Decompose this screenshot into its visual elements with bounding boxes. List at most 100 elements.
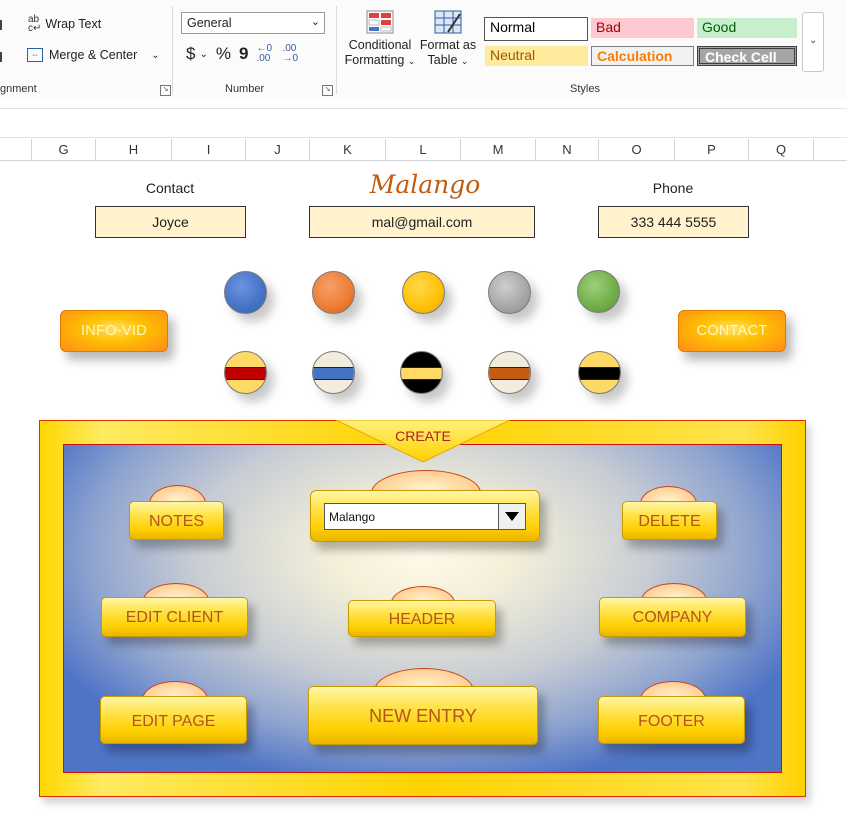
header-button[interactable]: HEADER xyxy=(348,586,496,637)
merge-center-icon: ⇔ xyxy=(27,48,43,62)
format-as-table-label-1: Format as xyxy=(419,38,477,52)
style-bad-label: Bad xyxy=(596,19,621,35)
gold-dot-icon[interactable] xyxy=(402,271,445,314)
conditional-formatting-label-2: Formatting ⌄ xyxy=(344,53,416,67)
dropdown-arrow-icon[interactable] xyxy=(498,504,525,529)
align-left-edge-icon[interactable] xyxy=(0,20,8,30)
wrap-text-label: Wrap Text xyxy=(45,17,102,31)
style-normal[interactable]: Normal xyxy=(484,17,588,41)
company-button-face: COMPANY xyxy=(599,597,746,637)
style-normal-label: Normal xyxy=(490,19,536,35)
edit-page-button[interactable]: EDIT PAGE xyxy=(100,681,247,744)
blue-band-theme-icon[interactable] xyxy=(312,351,355,394)
malango-logo: Malango xyxy=(369,170,481,199)
ribbon-separator xyxy=(172,6,173,94)
wrap-text-icon: ab c↵ xyxy=(28,14,42,34)
column-header-h[interactable]: H xyxy=(95,139,171,160)
ribbon: ab c↵ Wrap Text ⇔ Merge & Center ⌄ gnment… xyxy=(0,0,847,100)
alignment-group-label: gnment xyxy=(0,83,37,95)
new-entry-button-face: NEW ENTRY xyxy=(308,686,538,745)
blue-dot-icon[interactable] xyxy=(224,271,267,314)
alignment-dialog-launcher-icon[interactable]: ↘ xyxy=(160,85,171,96)
conditional-formatting-label-1: Conditional xyxy=(348,38,412,52)
theme-band xyxy=(401,367,442,380)
column-header-k[interactable]: K xyxy=(309,139,385,160)
contact-field[interactable]: Joyce xyxy=(95,206,246,238)
column-header-n[interactable]: N xyxy=(535,139,598,160)
column-header-q[interactable]: Q xyxy=(748,139,814,160)
column-header-i[interactable]: I xyxy=(171,139,245,160)
edit-page-button-face: EDIT PAGE xyxy=(100,696,247,744)
styles-gallery-more-button[interactable]: ⌄ xyxy=(802,12,824,72)
wrap-text-button[interactable]: ab c↵ Wrap Text xyxy=(28,14,102,34)
style-good-label: Good xyxy=(702,19,737,35)
delete-button-face: DELETE xyxy=(622,501,717,540)
theme-band xyxy=(489,367,530,380)
black-gold-theme-icon[interactable] xyxy=(400,351,443,394)
chevron-down-icon: ⌄ xyxy=(310,16,320,28)
edit-client-button[interactable]: EDIT CLIENT xyxy=(101,583,248,637)
client-dropdown-value: Malango xyxy=(329,510,376,524)
orange-band-theme-icon[interactable] xyxy=(488,351,531,394)
style-neutral[interactable]: Neutral xyxy=(485,46,588,66)
company-button[interactable]: COMPANY xyxy=(599,583,746,637)
align-left-edge-icon-2[interactable] xyxy=(0,52,8,62)
percent-button[interactable]: % xyxy=(216,44,231,64)
delete-button[interactable]: DELETE xyxy=(622,486,717,540)
style-calculation[interactable]: Calculation xyxy=(591,46,694,66)
style-bad[interactable]: Bad xyxy=(591,18,694,38)
column-header-p[interactable]: P xyxy=(674,139,748,160)
ribbon-separator xyxy=(336,6,337,94)
column-header-o[interactable]: O xyxy=(598,139,674,160)
chevron-down-icon[interactable]: ⌄ xyxy=(199,49,207,60)
create-label: CREATE xyxy=(395,428,451,444)
format-as-table-icon xyxy=(434,10,462,34)
column-header-m[interactable]: M xyxy=(460,139,535,160)
conditional-formatting-button[interactable]: Conditional Formatting ⌄ xyxy=(344,10,416,69)
number-dialog-launcher-icon[interactable]: ↘ xyxy=(322,85,333,96)
chevron-down-icon[interactable]: ⌄ xyxy=(151,50,159,61)
info-vid-button[interactable]: INFO-VID xyxy=(60,310,168,352)
column-headers: G H I J K L M N O P Q xyxy=(0,139,847,161)
notes-button-face: NOTES xyxy=(129,501,224,540)
number-buttons: $ ⌄ % 9 ←0 .00 .00 →0 xyxy=(186,44,300,64)
theme-band xyxy=(579,367,620,380)
email-field[interactable]: mal@gmail.com xyxy=(309,206,535,238)
comma-style-button[interactable]: 9 xyxy=(239,44,248,64)
styles-group-label: Styles xyxy=(570,83,600,95)
black-band-theme-icon[interactable] xyxy=(578,351,621,394)
edit-client-button-face: EDIT CLIENT xyxy=(101,597,248,637)
conditional-formatting-icon xyxy=(366,10,394,34)
merge-center-label: Merge & Center xyxy=(49,48,138,62)
contact-button[interactable]: CONTACT xyxy=(678,310,786,352)
style-calculation-label: Calculation xyxy=(597,48,673,64)
red-band-theme-icon[interactable] xyxy=(224,351,267,394)
merge-center-button[interactable]: ⇔ Merge & Center ⌄ xyxy=(27,48,160,62)
currency-button[interactable]: $ xyxy=(186,44,195,64)
style-check-cell[interactable]: Check Cell xyxy=(697,46,797,66)
client-dropdown[interactable]: Malango xyxy=(324,503,526,530)
increase-decimal-button[interactable]: ←0 .00 xyxy=(256,44,274,64)
column-header-l[interactable]: L xyxy=(385,139,460,160)
phone-field[interactable]: 333 444 5555 xyxy=(598,206,749,238)
style-neutral-label: Neutral xyxy=(490,47,536,63)
column-header-g[interactable]: G xyxy=(31,139,95,160)
new-entry-button[interactable]: NEW ENTRY xyxy=(308,668,538,745)
contact-label: Contact xyxy=(145,180,195,196)
formula-bar-area[interactable] xyxy=(0,108,847,138)
number-group-label: Number xyxy=(225,83,265,95)
column-header-j[interactable]: J xyxy=(245,139,309,160)
gray-dot-icon[interactable] xyxy=(488,271,531,314)
footer-button-face: FOOTER xyxy=(598,696,745,744)
style-good[interactable]: Good xyxy=(697,18,797,38)
notes-button[interactable]: NOTES xyxy=(129,485,224,540)
format-as-table-button[interactable]: Format as Table ⌄ xyxy=(418,10,478,69)
decrease-decimal-button[interactable]: .00 →0 xyxy=(282,44,300,64)
green-dot-icon[interactable] xyxy=(577,270,620,313)
footer-button[interactable]: FOOTER xyxy=(598,681,745,744)
header-button-face: HEADER xyxy=(348,600,496,637)
number-format-select[interactable]: General ⌄ xyxy=(181,12,325,34)
number-format-value: General xyxy=(187,16,232,30)
orange-dot-icon[interactable] xyxy=(312,271,355,314)
gallery-more-icon: ⌄ xyxy=(809,35,818,46)
